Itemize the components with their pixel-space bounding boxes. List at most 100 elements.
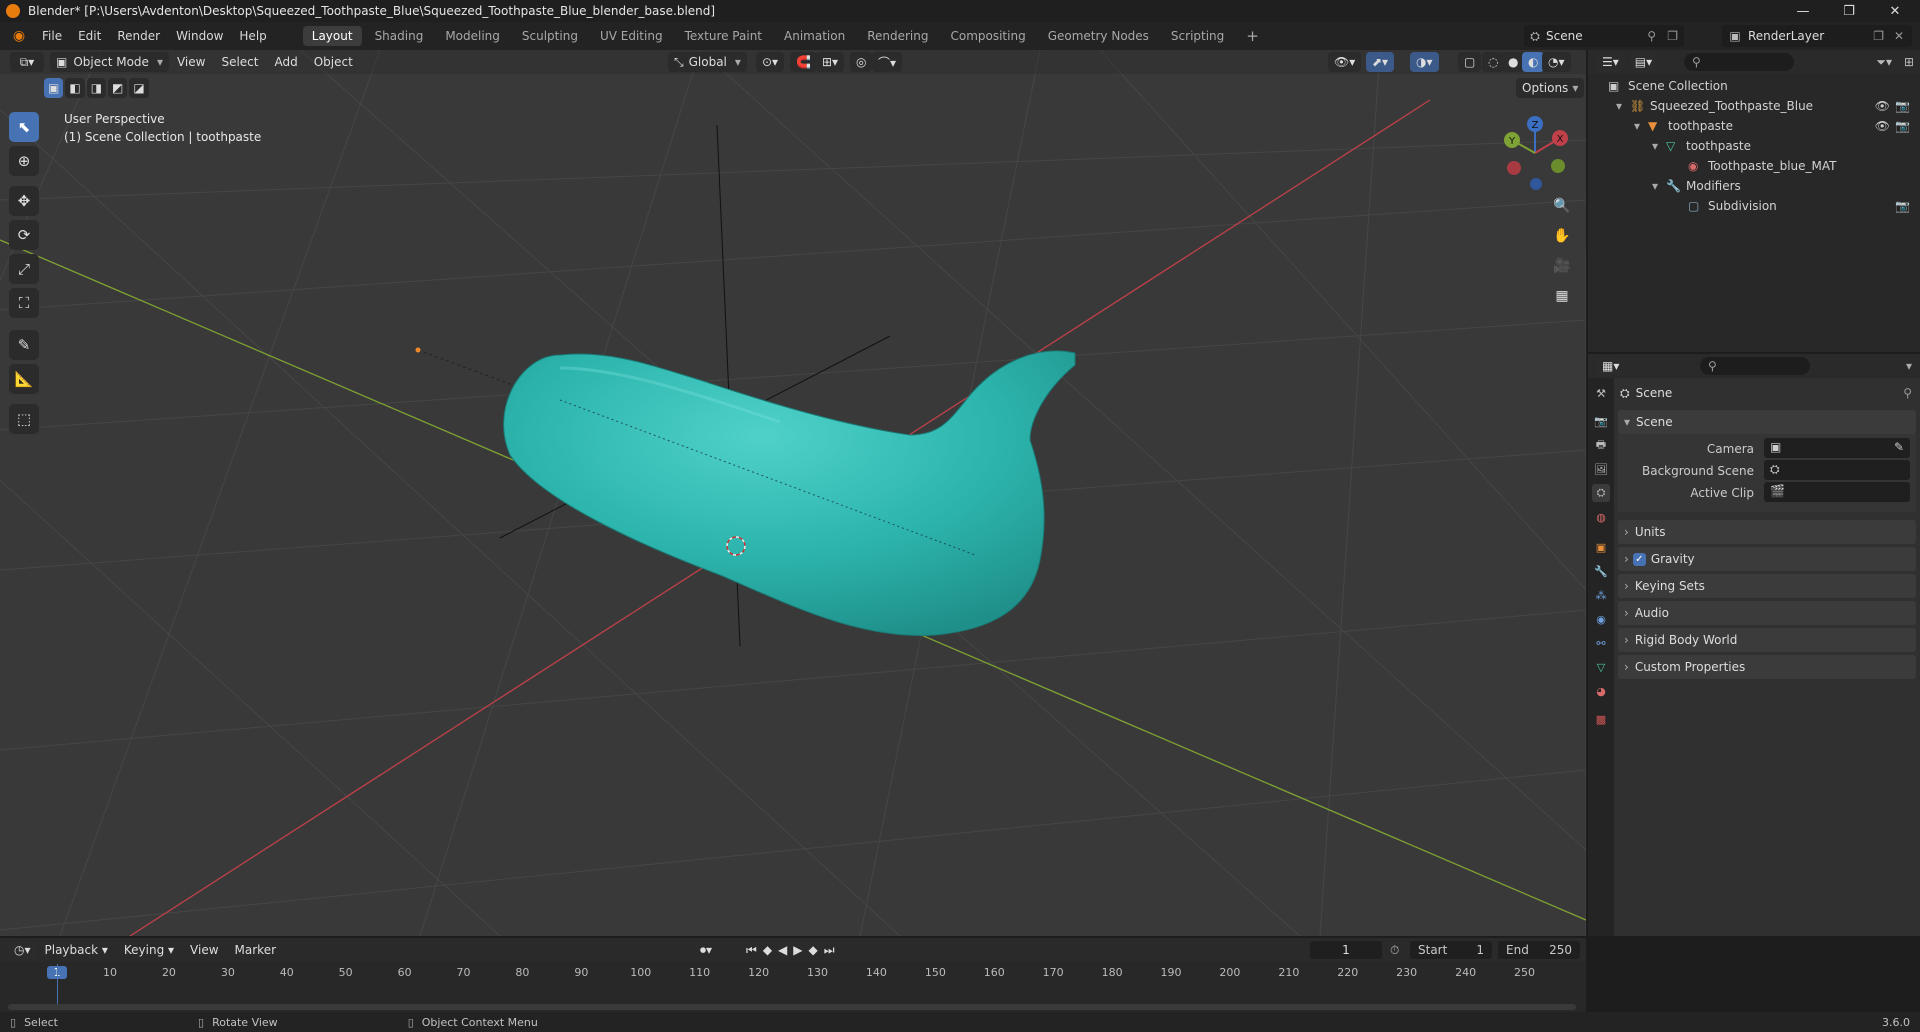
gizmo-neg-y-icon[interactable] xyxy=(1551,159,1565,173)
material-tab-icon[interactable]: ◕ xyxy=(1592,682,1610,700)
gizmo-neg-x-icon[interactable] xyxy=(1507,161,1521,175)
select-box-tool[interactable]: ⬉ xyxy=(9,112,39,142)
scene-panel-header[interactable]: ▾ Scene xyxy=(1618,410,1916,434)
current-frame-field[interactable]: 1 xyxy=(1310,941,1382,959)
eye-icon[interactable]: 👁 xyxy=(1875,99,1890,113)
select-intersect-icon[interactable]: ◪ xyxy=(129,78,149,98)
camera-icon[interactable]: 📷 xyxy=(1895,199,1910,213)
active-clip-field[interactable]: 🎬 xyxy=(1764,482,1910,502)
zoom-icon[interactable]: 🔍 xyxy=(1548,192,1576,220)
tab-animation[interactable]: Animation xyxy=(775,26,854,46)
data-tab-icon[interactable]: ▽ xyxy=(1592,658,1610,676)
tab-compositing[interactable]: Compositing xyxy=(941,26,1034,46)
menu-file[interactable]: File xyxy=(34,29,70,43)
play-reverse-icon[interactable]: ◀ xyxy=(778,943,793,957)
renderlayer-selector[interactable]: ▣ RenderLayer ❐ ✕ xyxy=(1722,25,1912,47)
outliner-row[interactable]: ▾ ⛓ Squeezed_Toothpaste_Blue 👁 📷 xyxy=(1588,96,1920,116)
add-cube-tool[interactable]: ⬚ xyxy=(9,404,39,434)
rotate-tool[interactable]: ⟳ xyxy=(9,220,39,250)
jump-end-icon[interactable]: ⏭ xyxy=(824,943,841,957)
pin-icon[interactable]: ⚲ xyxy=(1903,386,1912,400)
world-tab-icon[interactable]: ◍ xyxy=(1592,508,1610,526)
play-icon[interactable]: ▶ xyxy=(793,943,808,957)
gravity-checkbox[interactable]: ✓ xyxy=(1632,552,1646,566)
editor-type-icon[interactable]: ⧉▾ xyxy=(10,52,44,72)
menu-render[interactable]: Render xyxy=(109,29,168,43)
outliner-row[interactable]: ▣ Scene Collection xyxy=(1588,76,1920,96)
xray-icon[interactable]: ▢ xyxy=(1458,52,1482,72)
blender-menu-icon[interactable]: ◉ xyxy=(10,27,28,45)
options-button[interactable]: Options ▾ xyxy=(1516,78,1585,98)
navigation-gizmo[interactable]: Z X Y xyxy=(1494,112,1576,194)
view-layer-tab-icon[interactable]: 🖼 xyxy=(1592,460,1610,478)
rendered-shading-icon[interactable]: ◔▾ xyxy=(1542,52,1571,72)
camera-view-icon[interactable]: 🎥 xyxy=(1548,252,1576,280)
pin-icon[interactable]: ⚲ xyxy=(1647,29,1656,43)
properties-editor-type-icon[interactable]: ▦▾ xyxy=(1596,356,1626,376)
end-frame-field[interactable]: End 250 xyxy=(1498,941,1580,959)
select-extend-icon[interactable]: ◧ xyxy=(65,78,85,98)
timeline-menu-keying[interactable]: Keying ▾ xyxy=(116,943,182,957)
camera-field[interactable]: ▣ ✎ xyxy=(1764,438,1910,458)
viewport-menu-add[interactable]: Add xyxy=(266,55,305,69)
outliner-row[interactable]: ▾ ▽ toothpaste xyxy=(1588,136,1920,156)
menu-window[interactable]: Window xyxy=(168,29,231,43)
pivot-icon[interactable]: ⊙▾ xyxy=(756,52,785,72)
start-frame-field[interactable]: Start 1 xyxy=(1410,941,1492,959)
snap-target-icon[interactable]: ⊞▾ xyxy=(816,52,845,72)
scene-tab-icon[interactable]: ⛭ xyxy=(1592,484,1610,502)
timeline-scrollbar[interactable] xyxy=(8,1004,1576,1010)
audio-panel-header[interactable]: › Audio xyxy=(1618,601,1916,625)
tab-modeling[interactable]: Modeling xyxy=(436,26,509,46)
select-new-icon[interactable]: ▣ xyxy=(44,78,64,98)
new-scene-icon[interactable]: ❐ xyxy=(1667,29,1678,43)
timeline-editor-type-icon[interactable]: ◷▾ xyxy=(8,940,37,960)
expand-icon[interactable]: ▾ xyxy=(1634,119,1648,133)
properties-search-input[interactable]: ⚲ xyxy=(1700,357,1810,375)
snap-icon[interactable]: 🧲 xyxy=(790,52,817,72)
outliner-row[interactable]: ▢ Subdivision 📷 xyxy=(1588,196,1920,216)
keying-sets-panel-header[interactable]: › Keying Sets xyxy=(1618,574,1916,598)
toothpaste-mesh[interactable] xyxy=(503,350,1076,636)
move-tool[interactable]: ✥ xyxy=(9,186,39,216)
new-collection-icon[interactable]: ⊞ xyxy=(1904,55,1914,69)
falloff-icon[interactable]: ⌒▾ xyxy=(872,52,903,72)
tab-uv-editing[interactable]: UV Editing xyxy=(591,26,672,46)
gizmo-neg-z-icon[interactable] xyxy=(1530,178,1542,190)
tab-geometry-nodes[interactable]: Geometry Nodes xyxy=(1039,26,1158,46)
tab-shading[interactable]: Shading xyxy=(366,26,433,46)
chevron-down-icon[interactable]: ▾ xyxy=(1906,359,1912,373)
eyedropper-icon[interactable]: ✎ xyxy=(1894,440,1904,454)
minimize-button[interactable]: — xyxy=(1780,0,1826,22)
background-scene-field[interactable]: ⛭ xyxy=(1764,460,1910,480)
next-keyframe-icon[interactable]: ◆ xyxy=(809,943,824,957)
units-panel-header[interactable]: › Units xyxy=(1618,520,1916,544)
tab-sculpting[interactable]: Sculpting xyxy=(513,26,587,46)
render-tab-icon[interactable]: 📷 xyxy=(1592,412,1610,430)
viewport-menu-view[interactable]: View xyxy=(169,55,213,69)
scene-selector[interactable]: ⛭ Scene ⚲ ❐ xyxy=(1524,25,1684,47)
playhead-line[interactable] xyxy=(57,964,58,1004)
modifier-tab-icon[interactable]: 🔧 xyxy=(1592,562,1610,580)
stopwatch-icon[interactable]: ⏱ xyxy=(1390,943,1399,958)
outliner-editor-type-icon[interactable]: ☰▾ xyxy=(1596,52,1625,72)
object-tab-icon[interactable]: ▣ xyxy=(1592,538,1610,556)
particles-tab-icon[interactable]: ⁂ xyxy=(1592,586,1610,604)
record-icon[interactable]: ⏺▾ xyxy=(700,943,712,958)
proportional-edit-icon[interactable]: ◎ xyxy=(850,52,873,72)
expand-icon[interactable]: ▾ xyxy=(1652,179,1666,193)
output-tab-icon[interactable]: 🖶 xyxy=(1592,436,1610,454)
tab-layout[interactable]: Layout xyxy=(302,26,362,46)
remove-layer-icon[interactable]: ✕ xyxy=(1894,29,1904,43)
rigid-body-world-panel-header[interactable]: › Rigid Body World xyxy=(1618,628,1916,652)
outliner-row[interactable]: ▾ 🔧 Modifiers xyxy=(1588,176,1920,196)
camera-icon[interactable]: 📷 xyxy=(1895,119,1910,133)
close-button[interactable]: ✕ xyxy=(1872,0,1918,22)
select-subtract-icon[interactable]: ◨ xyxy=(86,78,107,98)
pan-hand-icon[interactable]: ✋ xyxy=(1548,222,1576,250)
custom-properties-panel-header[interactable]: › Custom Properties xyxy=(1618,655,1916,679)
outliner-row[interactable]: ▾ ▼ toothpaste 👁 📷 xyxy=(1588,116,1920,136)
tab-scripting[interactable]: Scripting xyxy=(1162,26,1233,46)
menu-help[interactable]: Help xyxy=(231,29,274,43)
3d-viewport[interactable]: ⧉▾ ▣ Object Mode ▾ View Select Add Objec… xyxy=(0,50,1586,936)
